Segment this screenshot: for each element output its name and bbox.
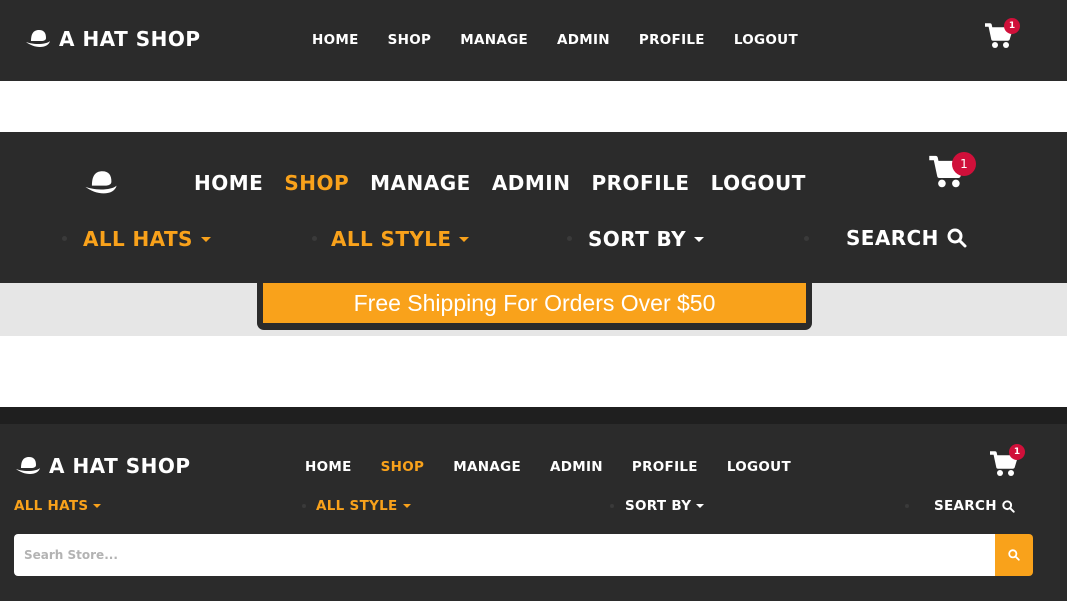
nav-profile[interactable]: PROFILE <box>639 32 705 48</box>
all-hats-label: ALL HATS <box>83 227 193 251</box>
navbar-large: HOME SHOP MANAGE ADMIN PROFILE LOGOUT 1 … <box>0 132 1067 283</box>
search-label: SEARCH <box>846 226 939 250</box>
all-hats-label: ALL HATS <box>14 498 89 514</box>
brand-logo-link[interactable]: A HAT SHOP <box>25 27 201 51</box>
free-shipping-text: Free Shipping For Orders Over $50 <box>263 283 806 323</box>
nav-shop[interactable]: SHOP <box>381 459 425 475</box>
nav-profile[interactable]: PROFILE <box>591 171 689 195</box>
cart-button[interactable]: 1 <box>928 152 976 194</box>
search-submit-button[interactable] <box>995 534 1033 576</box>
nav-admin[interactable]: ADMIN <box>557 32 610 48</box>
free-shipping-banner: Free Shipping For Orders Over $50 <box>257 283 812 330</box>
filter-separator <box>610 504 614 508</box>
filter-separator <box>567 236 572 241</box>
search-icon <box>1008 549 1020 561</box>
cart-button[interactable]: 1 <box>989 444 1025 482</box>
search-toggle[interactable]: SEARCH <box>846 226 967 250</box>
search-input[interactable] <box>14 534 995 576</box>
main-menu: HOME SHOP MANAGE ADMIN PROFILE LOGOUT <box>305 459 820 475</box>
navbar-with-search: A HAT SHOP HOME SHOP MANAGE ADMIN PROFIL… <box>0 407 1067 601</box>
caret-down-icon <box>200 236 211 242</box>
nav-manage[interactable]: MANAGE <box>370 171 471 195</box>
search-icon <box>947 228 967 248</box>
filter-separator <box>312 236 317 241</box>
all-style-label: ALL STYLE <box>316 498 398 514</box>
nav-logout[interactable]: LOGOUT <box>711 171 806 195</box>
sort-by-label: SORT BY <box>588 227 686 251</box>
all-style-dropdown[interactable]: ALL STYLE <box>316 498 411 514</box>
navbar-compact: A HAT SHOP HOME SHOP MANAGE ADMIN PROFIL… <box>0 0 1067 81</box>
filter-separator <box>905 504 909 508</box>
nav-logout[interactable]: LOGOUT <box>734 32 798 48</box>
cart-count-badge: 1 <box>1009 444 1025 460</box>
brand-name: A HAT SHOP <box>59 27 201 51</box>
hat-icon[interactable] <box>83 170 119 196</box>
nav-home[interactable]: HOME <box>312 32 359 48</box>
caret-down-icon <box>93 504 102 508</box>
divider <box>0 407 1067 424</box>
brand-name: A HAT SHOP <box>49 454 191 478</box>
main-menu: HOME SHOP MANAGE ADMIN PROFILE LOGOUT <box>312 32 827 48</box>
nav-admin[interactable]: ADMIN <box>492 171 571 195</box>
hat-icon <box>16 457 40 474</box>
hat-icon <box>26 30 50 47</box>
all-style-dropdown[interactable]: ALL STYLE <box>331 227 470 251</box>
cart-count-badge: 1 <box>952 152 976 176</box>
caret-down-icon <box>693 236 704 242</box>
filter-separator <box>302 504 306 508</box>
all-style-label: ALL STYLE <box>331 227 452 251</box>
filter-separator <box>62 236 67 241</box>
caret-down-icon <box>459 236 470 242</box>
cart-button[interactable]: 1 <box>984 18 1020 54</box>
nav-profile[interactable]: PROFILE <box>632 459 698 475</box>
cart-count-badge: 1 <box>1004 18 1020 34</box>
nav-manage[interactable]: MANAGE <box>460 32 528 48</box>
sort-by-dropdown[interactable]: SORT BY <box>588 227 704 251</box>
nav-manage[interactable]: MANAGE <box>453 459 521 475</box>
nav-admin[interactable]: ADMIN <box>550 459 603 475</box>
sort-by-dropdown[interactable]: SORT BY <box>625 498 705 514</box>
sort-by-label: SORT BY <box>625 498 692 514</box>
caret-down-icon <box>402 504 411 508</box>
nav-logout[interactable]: LOGOUT <box>727 459 791 475</box>
caret-down-icon <box>696 504 705 508</box>
search-toggle[interactable]: SEARCH <box>934 498 1015 514</box>
search-label: SEARCH <box>934 498 997 514</box>
search-icon <box>1002 499 1015 513</box>
main-menu: HOME SHOP MANAGE ADMIN PROFILE LOGOUT <box>194 171 827 195</box>
filter-separator <box>804 236 809 241</box>
brand-logo-link[interactable]: A HAT SHOP <box>15 454 191 478</box>
nav-shop[interactable]: SHOP <box>388 32 432 48</box>
all-hats-dropdown[interactable]: ALL HATS <box>83 227 211 251</box>
nav-home[interactable]: HOME <box>305 459 352 475</box>
nav-home[interactable]: HOME <box>194 171 263 195</box>
nav-shop[interactable]: SHOP <box>284 171 349 195</box>
all-hats-dropdown[interactable]: ALL HATS <box>14 498 102 514</box>
